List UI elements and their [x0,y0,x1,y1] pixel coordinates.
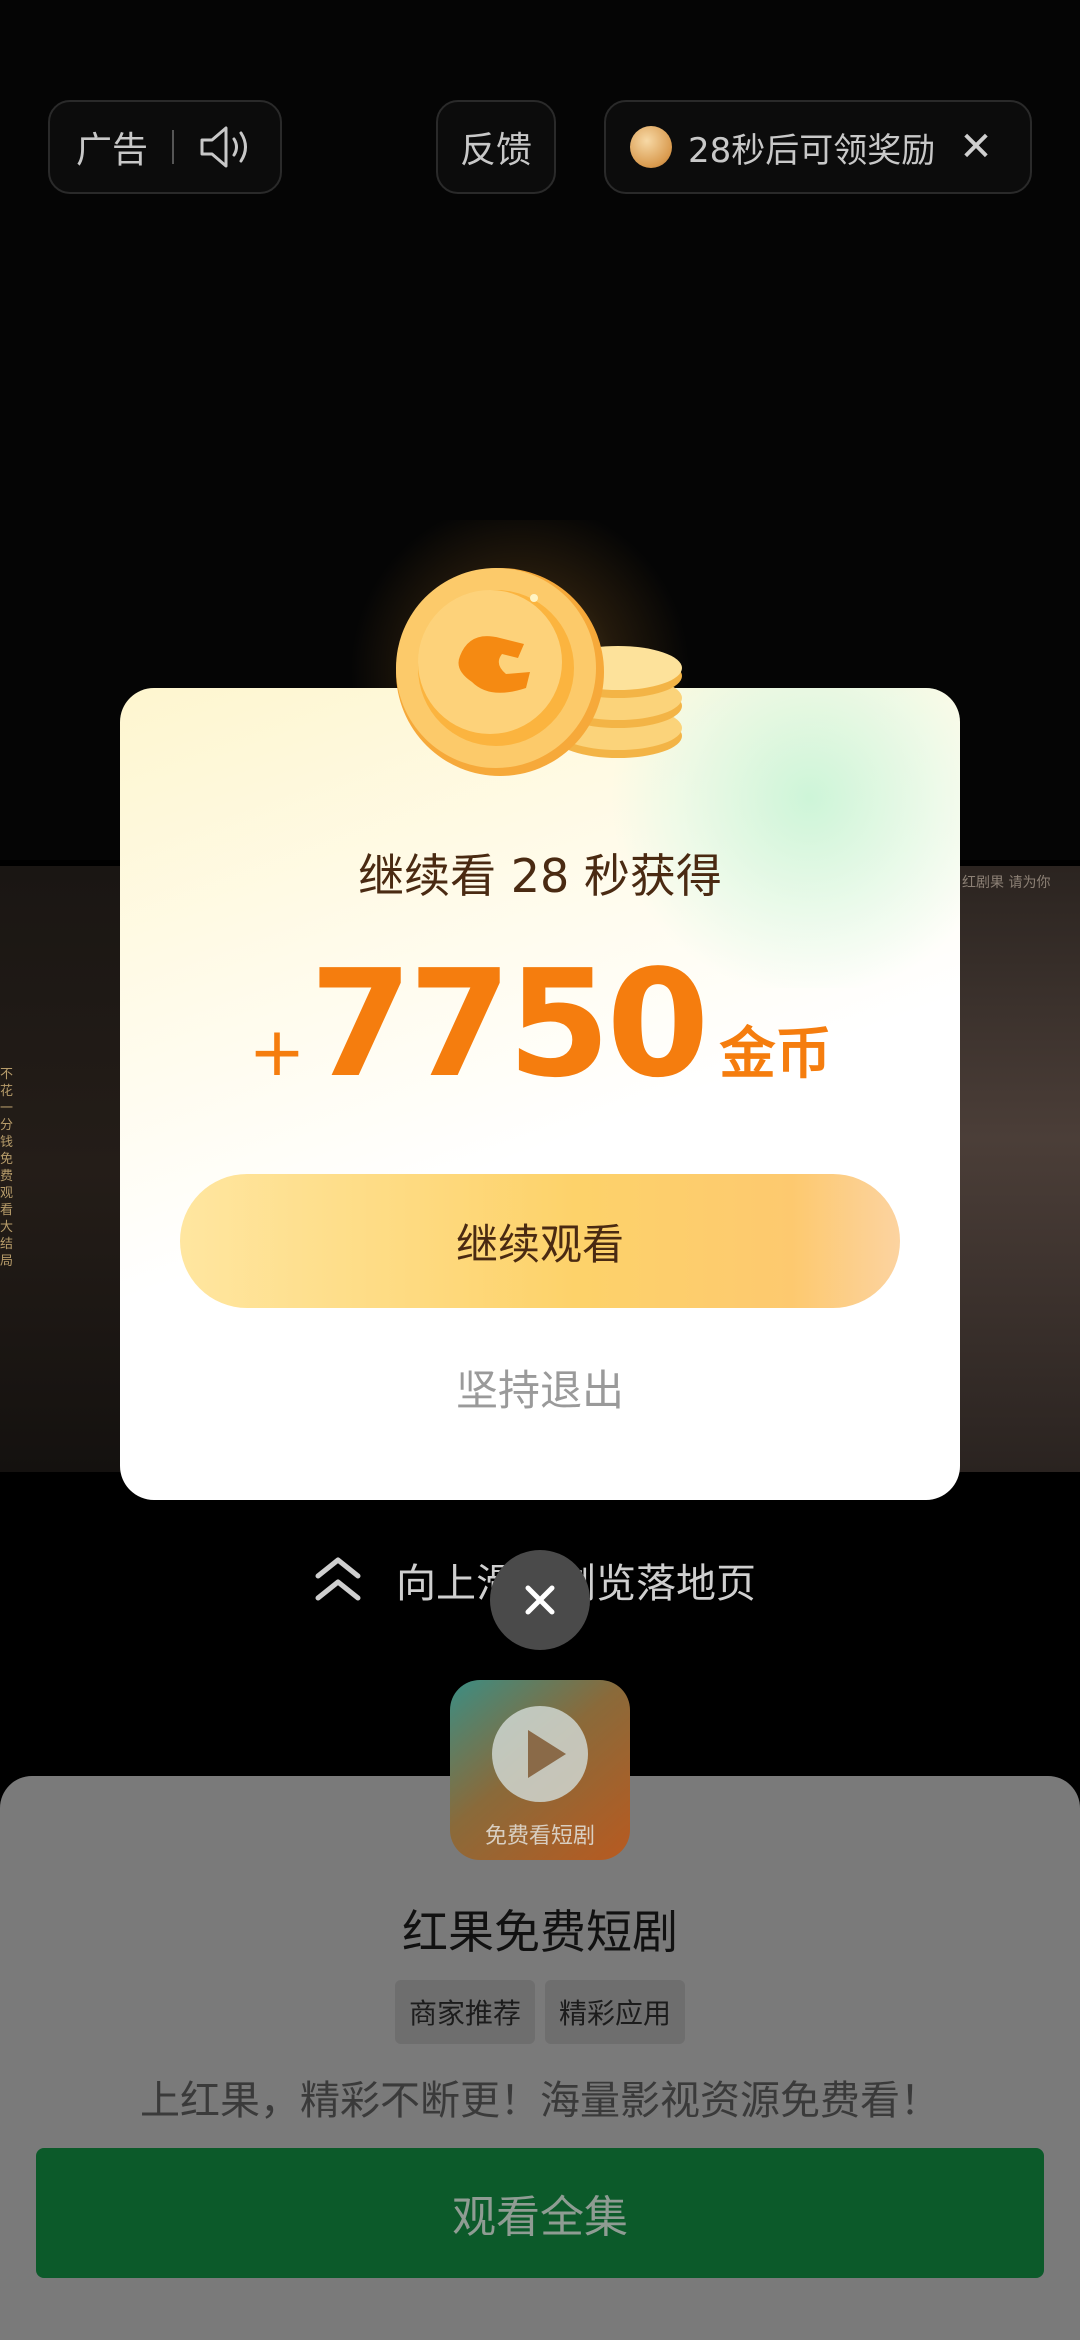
app-description: 上红果，精彩不断更！海量影视资源免费看！ [140,2078,940,2124]
feedback-label: 反馈 [459,130,532,171]
coin-icon [630,126,672,168]
play-icon [492,1706,588,1802]
tag-featured-app: 精彩应用 [545,1980,686,2044]
app-icon-caption: 免费看短剧 [484,1824,595,1849]
app-name: 红果免费短剧 [402,1905,678,1959]
left-frame-caption: 不花一分钱免费观看大结局 [0,1067,14,1269]
app-icon[interactable]: 免费看短剧 [450,1680,630,1860]
reward-prefix: + [248,1013,306,1092]
tag-merchant-recommend: 商家推荐 [394,1980,535,2044]
right-frame-caption: 红剧果 请为你 [962,875,1051,891]
quit-button[interactable]: 坚持退出 [390,1356,690,1426]
ad-label: 广告 [76,130,149,171]
reward-unit: 金币 [719,1022,832,1087]
speaker-icon[interactable] [198,124,252,170]
reward-countdown-text: 28秒后可领奖励 [688,130,936,171]
dialog-title: 继续看 28 秒获得 [358,849,722,903]
close-icon [525,1585,555,1615]
reward-amount-row: + 7750 金币 [120,950,960,1098]
ad-sound-pill[interactable]: 广告 [48,100,282,194]
continue-watching-button[interactable]: 继续观看 [180,1174,900,1308]
ad-video-frame-right: 红剧果 请为你 [958,866,1080,1472]
feedback-button[interactable]: 反馈 [436,100,556,194]
reward-dialog: 继续看 28 秒获得 + 7750 金币 继续观看 坚持退出 [120,688,960,1500]
double-chevron-up-icon [315,1557,361,1601]
pill-divider [172,130,175,164]
ad-screen: 不花一分钱免费观看大结局 红剧果 请为你 广告 反馈 28秒后可领奖励 ✕ 向上… [0,0,1080,2340]
dialog-close-button[interactable] [490,1550,590,1650]
ad-video-frame-left: 不花一分钱免费观看大结局 [0,866,122,1472]
reward-countdown-pill: 28秒后可领奖励 ✕ [604,100,1032,194]
watch-full-series-button[interactable]: 观看全集 [36,2148,1044,2278]
app-tags: 商家推荐 精彩应用 [0,1980,1080,2044]
close-ad-icon[interactable]: ✕ [959,124,993,170]
gold-coin-stack-icon [396,568,682,776]
reward-amount: 7750 [309,938,710,1110]
